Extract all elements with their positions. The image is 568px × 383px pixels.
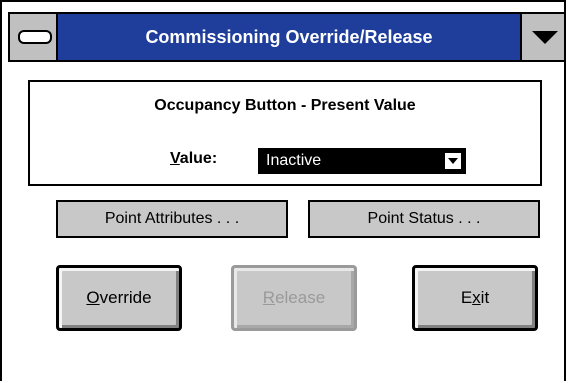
point-name: Occupancy Button - Present Value — [154, 97, 416, 114]
system-menu-icon — [18, 30, 52, 44]
release-label-text: elease — [275, 288, 326, 307]
point-status-button[interactable]: Point Status . . . — [308, 200, 540, 238]
release-label: Release — [263, 288, 325, 308]
release-button[interactable]: Release — [231, 265, 357, 331]
exit-label-end: it — [480, 288, 490, 307]
exit-label-start: E — [460, 288, 473, 307]
title-bar: Commissioning Override/Release — [2, 2, 566, 62]
dialog-content: Occupancy Button - Present Value Value: … — [2, 62, 564, 383]
window-title: Commissioning Override/Release — [58, 12, 520, 62]
override-mnemonic: O — [86, 288, 100, 307]
value-select[interactable]: Inactive — [258, 148, 466, 174]
exit-mnemonic: x — [472, 288, 481, 307]
point-attributes-button[interactable]: Point Attributes . . . — [56, 200, 288, 238]
dropdown-arrow-icon — [532, 31, 558, 44]
override-label-text: verride — [99, 288, 152, 307]
exit-label: Exit — [461, 288, 489, 308]
value-group: Occupancy Button - Present Value Value: … — [28, 80, 542, 186]
minimize-button[interactable] — [520, 12, 566, 62]
value-label: Value: — [170, 150, 217, 168]
override-label: Override — [86, 288, 151, 308]
point-attributes-label: Point Attributes . . . — [104, 210, 240, 227]
system-menu-button[interactable] — [8, 12, 58, 62]
value-label-text: alue: — [179, 150, 218, 167]
override-button[interactable]: Override — [56, 265, 182, 331]
release-mnemonic: R — [262, 288, 276, 307]
value-label-mnemonic: V — [170, 150, 180, 167]
point-status-label: Point Status . . . — [367, 210, 481, 227]
dialog-window: Commissioning Override/Release Occupancy… — [0, 0, 566, 383]
value-select-current: Inactive — [266, 152, 322, 169]
exit-button[interactable]: Exit — [412, 265, 538, 331]
chevron-down-icon[interactable] — [444, 152, 462, 170]
